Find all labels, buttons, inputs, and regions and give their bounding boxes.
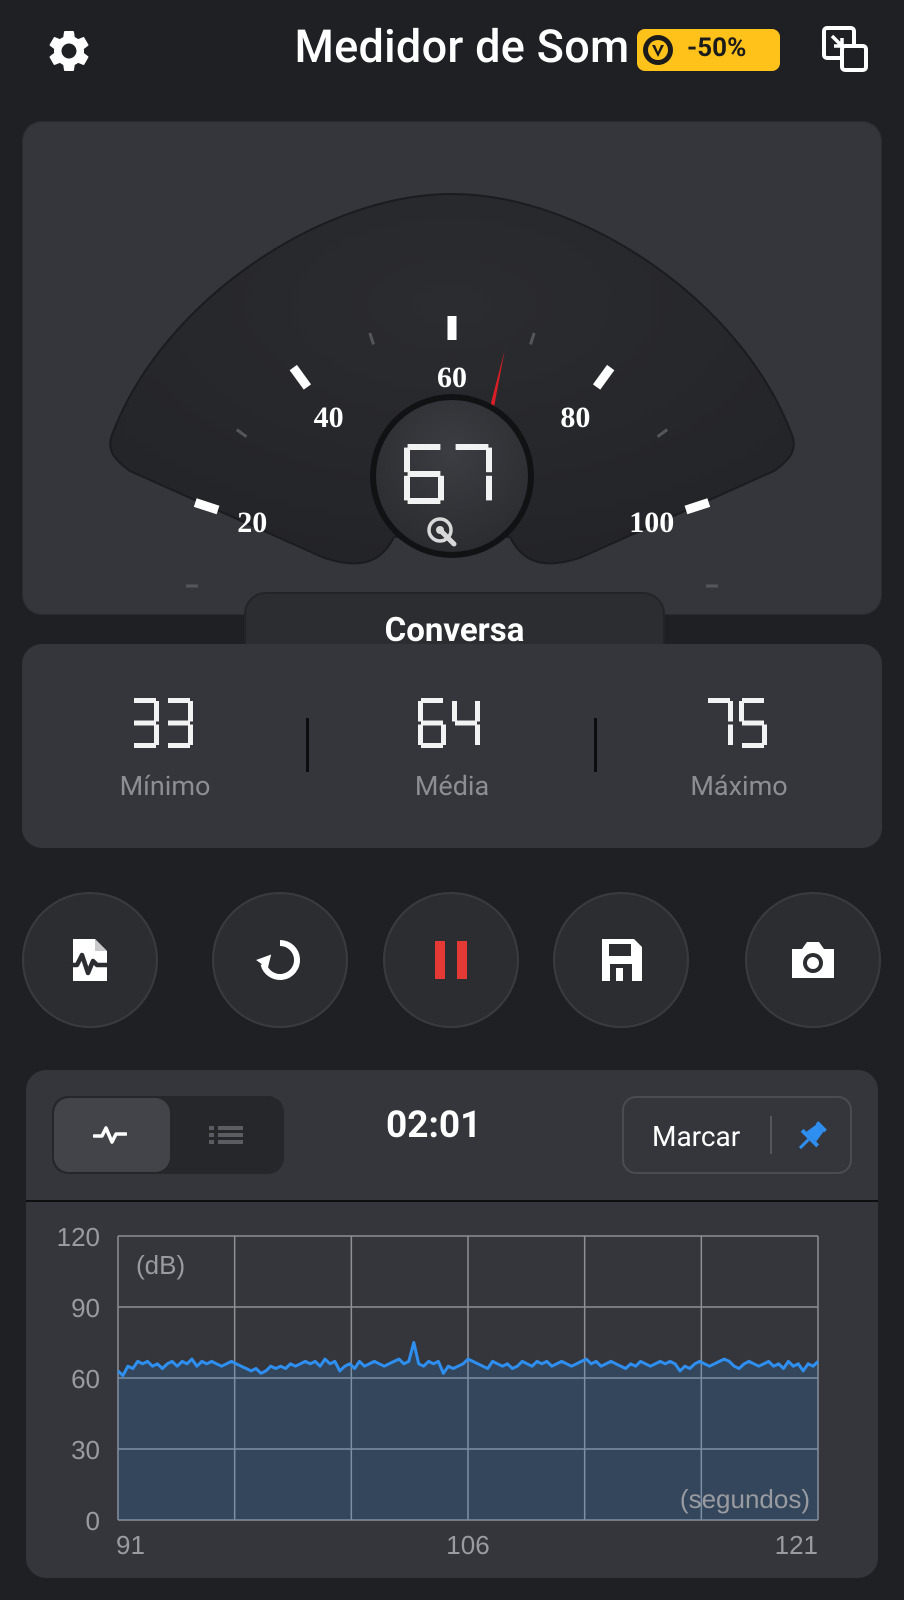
segment-a — [134, 698, 156, 703]
y-axis-label: (dB) — [136, 1250, 185, 1280]
screenshot-button[interactable] — [745, 892, 881, 1028]
x-axis-label: (segundos) — [680, 1484, 810, 1514]
level-history-chart: 120 90 60 30 0 91 106 121 (dB) (segundos) — [57, 1222, 820, 1560]
segment-f — [739, 701, 744, 722]
reset-icon — [256, 940, 301, 980]
segment-c — [188, 724, 193, 745]
stat-max: Máximo — [596, 692, 882, 802]
stat-max-value — [708, 698, 767, 748]
segment-a — [407, 444, 441, 450]
segment-b — [475, 701, 480, 722]
history-chart-card: 02:01 Marcar 120 90 60 30 0 91 106 121 (dB) (segu… — [26, 1070, 878, 1578]
stat-avg-label: Média — [414, 770, 490, 802]
segment-g — [134, 720, 156, 726]
stat-avg: Média — [309, 692, 595, 802]
gauge-scale-label: 20 — [237, 506, 267, 539]
record-file-button[interactable] — [22, 892, 158, 1028]
reset-button[interactable] — [212, 892, 348, 1028]
stat-min-value — [134, 698, 193, 748]
pin-icon — [798, 1121, 827, 1150]
pause-button[interactable] — [383, 892, 519, 1028]
stat-min-label: Mínimo — [119, 770, 211, 802]
gauge-scale-label: 100 — [629, 506, 674, 539]
view-toggle — [52, 1096, 284, 1174]
mark-button-separator — [770, 1116, 772, 1154]
y-tick-label: 90 — [71, 1293, 100, 1323]
segment-a — [742, 698, 764, 703]
segment-d — [742, 743, 764, 748]
segment-e — [418, 724, 423, 745]
segment-c — [762, 724, 767, 745]
save-icon — [602, 939, 642, 981]
segment-d — [134, 743, 156, 748]
gauge-scale-label: 80 — [560, 401, 590, 434]
segment-c — [486, 475, 492, 501]
x-tick-label: 106 — [446, 1530, 489, 1560]
stats-card: Mínimo Média Máximo — [22, 644, 882, 848]
x-tick-label: 121 — [775, 1530, 818, 1560]
camera-icon — [792, 942, 834, 978]
segment-b — [188, 701, 193, 722]
segment-b — [154, 701, 159, 722]
mark-button[interactable]: Marcar — [622, 1096, 852, 1174]
segment-f — [452, 701, 457, 722]
record-file-icon — [67, 939, 111, 981]
sound-gauge: 020406080100120 — [109, 192, 795, 588]
segment-b — [486, 447, 492, 473]
seven-segment-digits — [134, 698, 193, 748]
segment-d — [421, 743, 443, 748]
gauge-scale-label: 60 — [437, 361, 467, 394]
vip-crown-icon — [643, 35, 673, 65]
segment-a — [421, 698, 443, 703]
seven-segment-digits — [418, 698, 480, 748]
segment-d — [168, 743, 190, 748]
segment-a — [168, 698, 190, 703]
segment-c — [441, 724, 446, 745]
top-bar: Medidor de Som -50% — [0, 0, 904, 110]
stat-avg-value — [418, 698, 480, 748]
floating-window-icon[interactable] — [820, 24, 870, 74]
mark-button-label: Marcar — [652, 1120, 741, 1153]
stat-max-label: Máximo — [690, 770, 788, 802]
save-button[interactable] — [553, 892, 689, 1028]
graph-view-icon[interactable] — [93, 1120, 127, 1150]
segment-g — [421, 720, 443, 726]
segment-b — [728, 701, 733, 722]
segment-c — [475, 724, 480, 745]
promo-badge[interactable]: -50% — [637, 29, 780, 71]
segment-a — [708, 698, 730, 703]
list-view-icon[interactable] — [209, 1120, 243, 1150]
pause-icon — [435, 941, 467, 979]
y-tick-label: 0 — [86, 1506, 100, 1536]
segment-c — [438, 475, 444, 501]
promo-badge-label: -50% — [687, 33, 747, 63]
segment-g — [742, 720, 764, 726]
x-tick-label: 91 — [116, 1530, 145, 1560]
segment-e — [404, 475, 410, 501]
segment-g — [455, 720, 477, 726]
segment-c — [154, 724, 159, 745]
stat-min: Mínimo — [22, 692, 308, 802]
y-tick-label: 120 — [57, 1222, 100, 1252]
segment-f — [418, 701, 423, 722]
segment-c — [728, 724, 733, 745]
segment-d — [407, 498, 441, 504]
gauge-card: 020406080100120 — [22, 121, 882, 615]
seven-segment-digits — [708, 698, 767, 748]
segment-f — [404, 447, 410, 473]
gauge-scale-label: 40 — [314, 401, 344, 434]
elapsed-timer: 02:01 — [386, 1104, 482, 1147]
y-tick-label: 30 — [71, 1435, 100, 1465]
segment-a — [455, 444, 489, 450]
segment-g — [168, 720, 190, 726]
segment-g — [407, 471, 441, 477]
y-tick-label: 60 — [71, 1364, 100, 1394]
